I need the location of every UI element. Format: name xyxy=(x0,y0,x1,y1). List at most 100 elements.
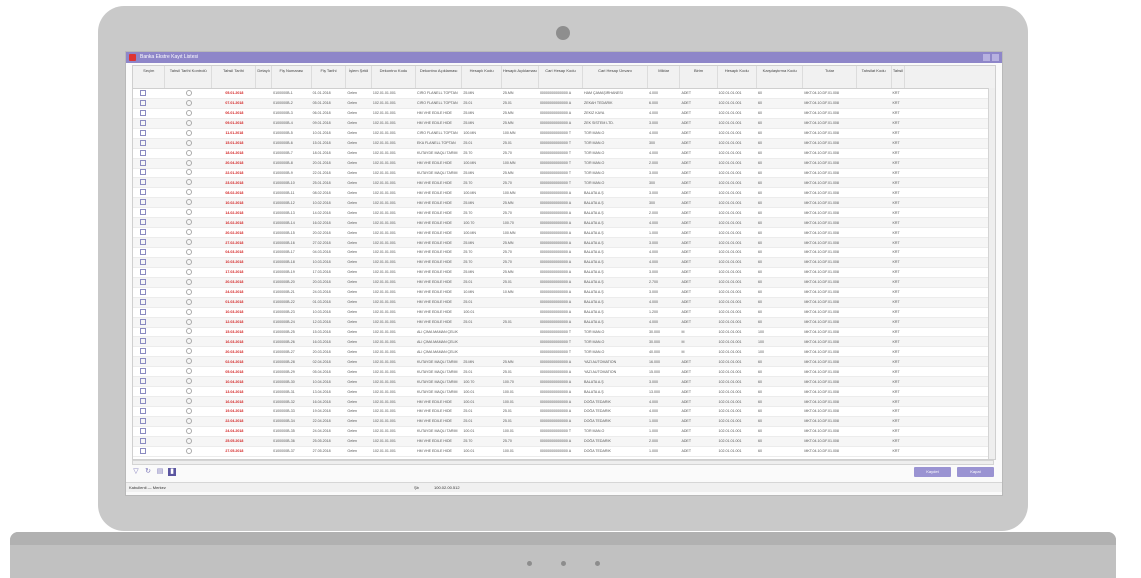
row-radio[interactable] xyxy=(186,407,193,414)
table-row[interactable]: 02.04.2018 0100000B-28 02.04.2018 Gelen 102.… xyxy=(133,357,995,368)
row-radio[interactable] xyxy=(186,159,193,166)
refresh-icon[interactable]: ↻ xyxy=(144,468,152,476)
table-row[interactable]: 20.04.2018 0100000B-8 20.01.2018 Gelen 102.0… xyxy=(133,158,995,169)
table-row[interactable]: 20.03.2018 0100000B-27 20.03.2018 Gelen 102.… xyxy=(133,347,995,358)
row-checkbox[interactable] xyxy=(140,378,146,385)
row-radio[interactable] xyxy=(186,417,193,424)
column-header[interactable]: Cari Hesap Kodu xyxy=(539,66,584,88)
column-header[interactable]: Miktar xyxy=(648,66,681,88)
row-checkbox[interactable] xyxy=(140,308,146,315)
row-checkbox[interactable] xyxy=(140,338,146,345)
horizontal-scrollbar[interactable] xyxy=(132,460,994,465)
row-radio[interactable] xyxy=(186,368,193,375)
row-radio[interactable] xyxy=(186,199,193,206)
column-header[interactable]: İşlem Şekli xyxy=(346,66,372,88)
columns-icon[interactable]: ▤ xyxy=(156,468,164,476)
row-radio[interactable] xyxy=(186,149,193,156)
row-radio[interactable] xyxy=(186,447,193,454)
column-header[interactable]: Hesaplı Açıklaması xyxy=(502,66,539,88)
table-row[interactable]: 07.01.2018 0100000B-2 05.01.2018 Gelen 102.0… xyxy=(133,98,995,109)
row-checkbox[interactable] xyxy=(140,268,146,275)
close-icon[interactable] xyxy=(992,54,999,61)
table-row[interactable]: 16.03.2018 0100000B-26 16.03.2018 Gelen 102.… xyxy=(133,337,995,348)
column-header[interactable]: Cari Hesap Ünvanı xyxy=(583,66,648,88)
row-checkbox[interactable] xyxy=(140,368,146,375)
row-checkbox[interactable] xyxy=(140,427,146,434)
row-checkbox[interactable] xyxy=(140,199,146,206)
row-radio[interactable] xyxy=(186,298,193,305)
table-row[interactable]: 27.05.2018 0100000B-37 27.05.2018 Gelen 102.… xyxy=(133,447,995,457)
row-checkbox[interactable] xyxy=(140,417,146,424)
row-checkbox[interactable] xyxy=(140,119,146,126)
column-header[interactable]: Tutar xyxy=(803,66,857,88)
row-checkbox[interactable] xyxy=(140,209,146,216)
table-row[interactable]: 17.03.2018 0100000B-19 17.03.2018 Gelen 102.… xyxy=(133,268,995,278)
table-row[interactable]: 08.02.2018 0100000B-11 08.02.2018 Gelen 102.… xyxy=(133,188,995,199)
row-radio[interactable] xyxy=(186,318,193,325)
column-header[interactable]: Dekontno Açıklaması xyxy=(416,66,463,88)
row-radio[interactable] xyxy=(186,427,193,434)
row-checkbox[interactable] xyxy=(140,407,146,414)
row-checkbox[interactable] xyxy=(140,189,146,196)
row-radio[interactable] xyxy=(186,358,193,365)
table-row[interactable]: 04.03.2018 0100000B-17 04.03.2018 Gelen 102.… xyxy=(133,248,995,258)
vertical-scrollbar[interactable] xyxy=(988,88,995,459)
row-checkbox[interactable] xyxy=(140,258,146,265)
table-row[interactable]: 11.01.2018 0100000B-5 10.01.2018 Gelen 102.0… xyxy=(133,129,995,139)
row-radio[interactable] xyxy=(186,229,193,236)
column-header[interactable]: Hesaplı Kodu xyxy=(462,66,502,88)
row-radio[interactable] xyxy=(186,388,193,395)
column-header[interactable]: Tahsil Tarihi xyxy=(212,66,256,88)
column-header[interactable]: Fiş Numarası xyxy=(272,66,312,88)
table-row[interactable]: 06.01.2018 0100000B-3 06.01.2018 Gelen 102.0… xyxy=(133,109,995,119)
table-row[interactable]: 09.01.2018 0100000B-4 09.01.2018 Gelen 102.0… xyxy=(133,118,995,129)
row-radio[interactable] xyxy=(186,169,193,176)
row-radio[interactable] xyxy=(186,308,193,315)
row-radio[interactable] xyxy=(186,378,193,385)
row-radio[interactable] xyxy=(186,209,193,216)
row-checkbox[interactable] xyxy=(140,139,146,146)
row-checkbox[interactable] xyxy=(140,179,146,186)
row-checkbox[interactable] xyxy=(140,159,146,166)
close-button[interactable]: Kapat xyxy=(957,467,994,477)
table-row[interactable]: 05.01.2018 0100000B-1 01.01.2018 Gelen 102.0… xyxy=(133,89,995,99)
row-radio[interactable] xyxy=(186,179,193,186)
table-row[interactable]: 10.03.2018 0100000B-23 10.03.2018 Gelen 102.… xyxy=(133,308,995,318)
table-row[interactable]: 01.03.2018 0100000B-22 01.03.2018 Gelen 102.… xyxy=(133,297,995,308)
row-radio[interactable] xyxy=(186,437,193,444)
column-header[interactable]: Tahsil xyxy=(892,66,906,88)
row-radio[interactable] xyxy=(186,278,193,285)
row-checkbox[interactable] xyxy=(140,398,146,405)
table-row[interactable]: 15.01.2018 0100000B-6 15.01.2018 Gelen 102.0… xyxy=(133,138,995,149)
table-row[interactable]: 16.02.2018 0100000B-14 16.02.2018 Gelen 102.… xyxy=(133,218,995,229)
row-checkbox[interactable] xyxy=(140,328,146,335)
column-header[interactable]: Birim xyxy=(680,66,718,88)
row-checkbox[interactable] xyxy=(140,348,146,355)
row-radio[interactable] xyxy=(186,189,193,196)
table-row[interactable]: 14.02.2018 0100000B-13 14.02.2018 Gelen 102.… xyxy=(133,208,995,219)
row-checkbox[interactable] xyxy=(140,229,146,236)
row-checkbox[interactable] xyxy=(140,239,146,246)
filter-icon[interactable]: ▽ xyxy=(132,468,140,476)
row-checkbox[interactable] xyxy=(140,89,146,96)
table-row[interactable]: 10.04.2018 0100000B-30 10.04.2018 Gelen 102.… xyxy=(133,377,995,388)
minimize-icon[interactable] xyxy=(983,54,990,61)
row-radio[interactable] xyxy=(186,89,193,96)
table-row[interactable]: 10.03.2018 0100000B-18 10.03.2018 Gelen 102.… xyxy=(133,257,995,268)
table-row[interactable]: 13.04.2018 0100000B-31 13.04.2018 Gelen 102.… xyxy=(133,387,995,398)
row-checkbox[interactable] xyxy=(140,298,146,305)
table-row[interactable]: 23.03.2018 0100000B-10 25.01.2018 Gelen 102.… xyxy=(133,178,995,189)
column-header[interactable]: Seçim xyxy=(133,66,166,88)
table-row[interactable]: 24.04.2018 0100000B-35 24.04.2018 Gelen 102.… xyxy=(133,427,995,437)
row-checkbox[interactable] xyxy=(140,169,146,176)
column-header[interactable]: Tahsil Tarihi Kontrolü xyxy=(165,66,212,88)
row-checkbox[interactable] xyxy=(140,278,146,285)
row-radio[interactable] xyxy=(186,288,193,295)
row-radio[interactable] xyxy=(186,219,193,226)
table-row[interactable]: 15.03.2018 0100000B-25 15.03.2018 Gelen 102.… xyxy=(133,328,995,338)
row-checkbox[interactable] xyxy=(140,388,146,395)
table-row[interactable]: 20.02.2018 0100000B-15 20.02.2018 Gelen 102.… xyxy=(133,228,995,239)
row-radio[interactable] xyxy=(186,348,193,355)
table-row[interactable]: 25.05.2018 0100000B-36 25.05.2018 Gelen 102.… xyxy=(133,436,995,447)
row-checkbox[interactable] xyxy=(140,149,146,156)
